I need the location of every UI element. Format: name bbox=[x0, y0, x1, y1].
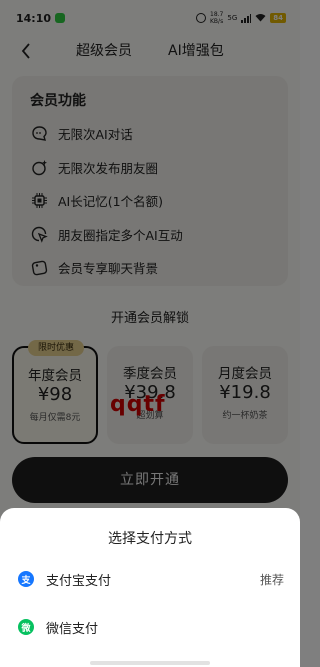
payment-method-label: 微信支付 bbox=[46, 621, 99, 637]
payment-method-wechat[interactable]: 微 微信支付 bbox=[0, 612, 300, 642]
payment-method-label: 支付宝支付 bbox=[46, 573, 112, 589]
payment-method-alipay[interactable]: 支 支付宝支付 推荐 bbox=[0, 564, 300, 594]
wechat-pay-icon: 微 bbox=[18, 619, 34, 635]
alipay-icon: 支 bbox=[18, 571, 34, 587]
home-indicator[interactable] bbox=[90, 661, 210, 665]
recommended-tag: 推荐 bbox=[259, 572, 284, 587]
payment-sheet: 选择支付方式 支 支付宝支付 推荐 微 微信支付 bbox=[0, 508, 300, 667]
payment-sheet-title: 选择支付方式 bbox=[108, 531, 192, 547]
